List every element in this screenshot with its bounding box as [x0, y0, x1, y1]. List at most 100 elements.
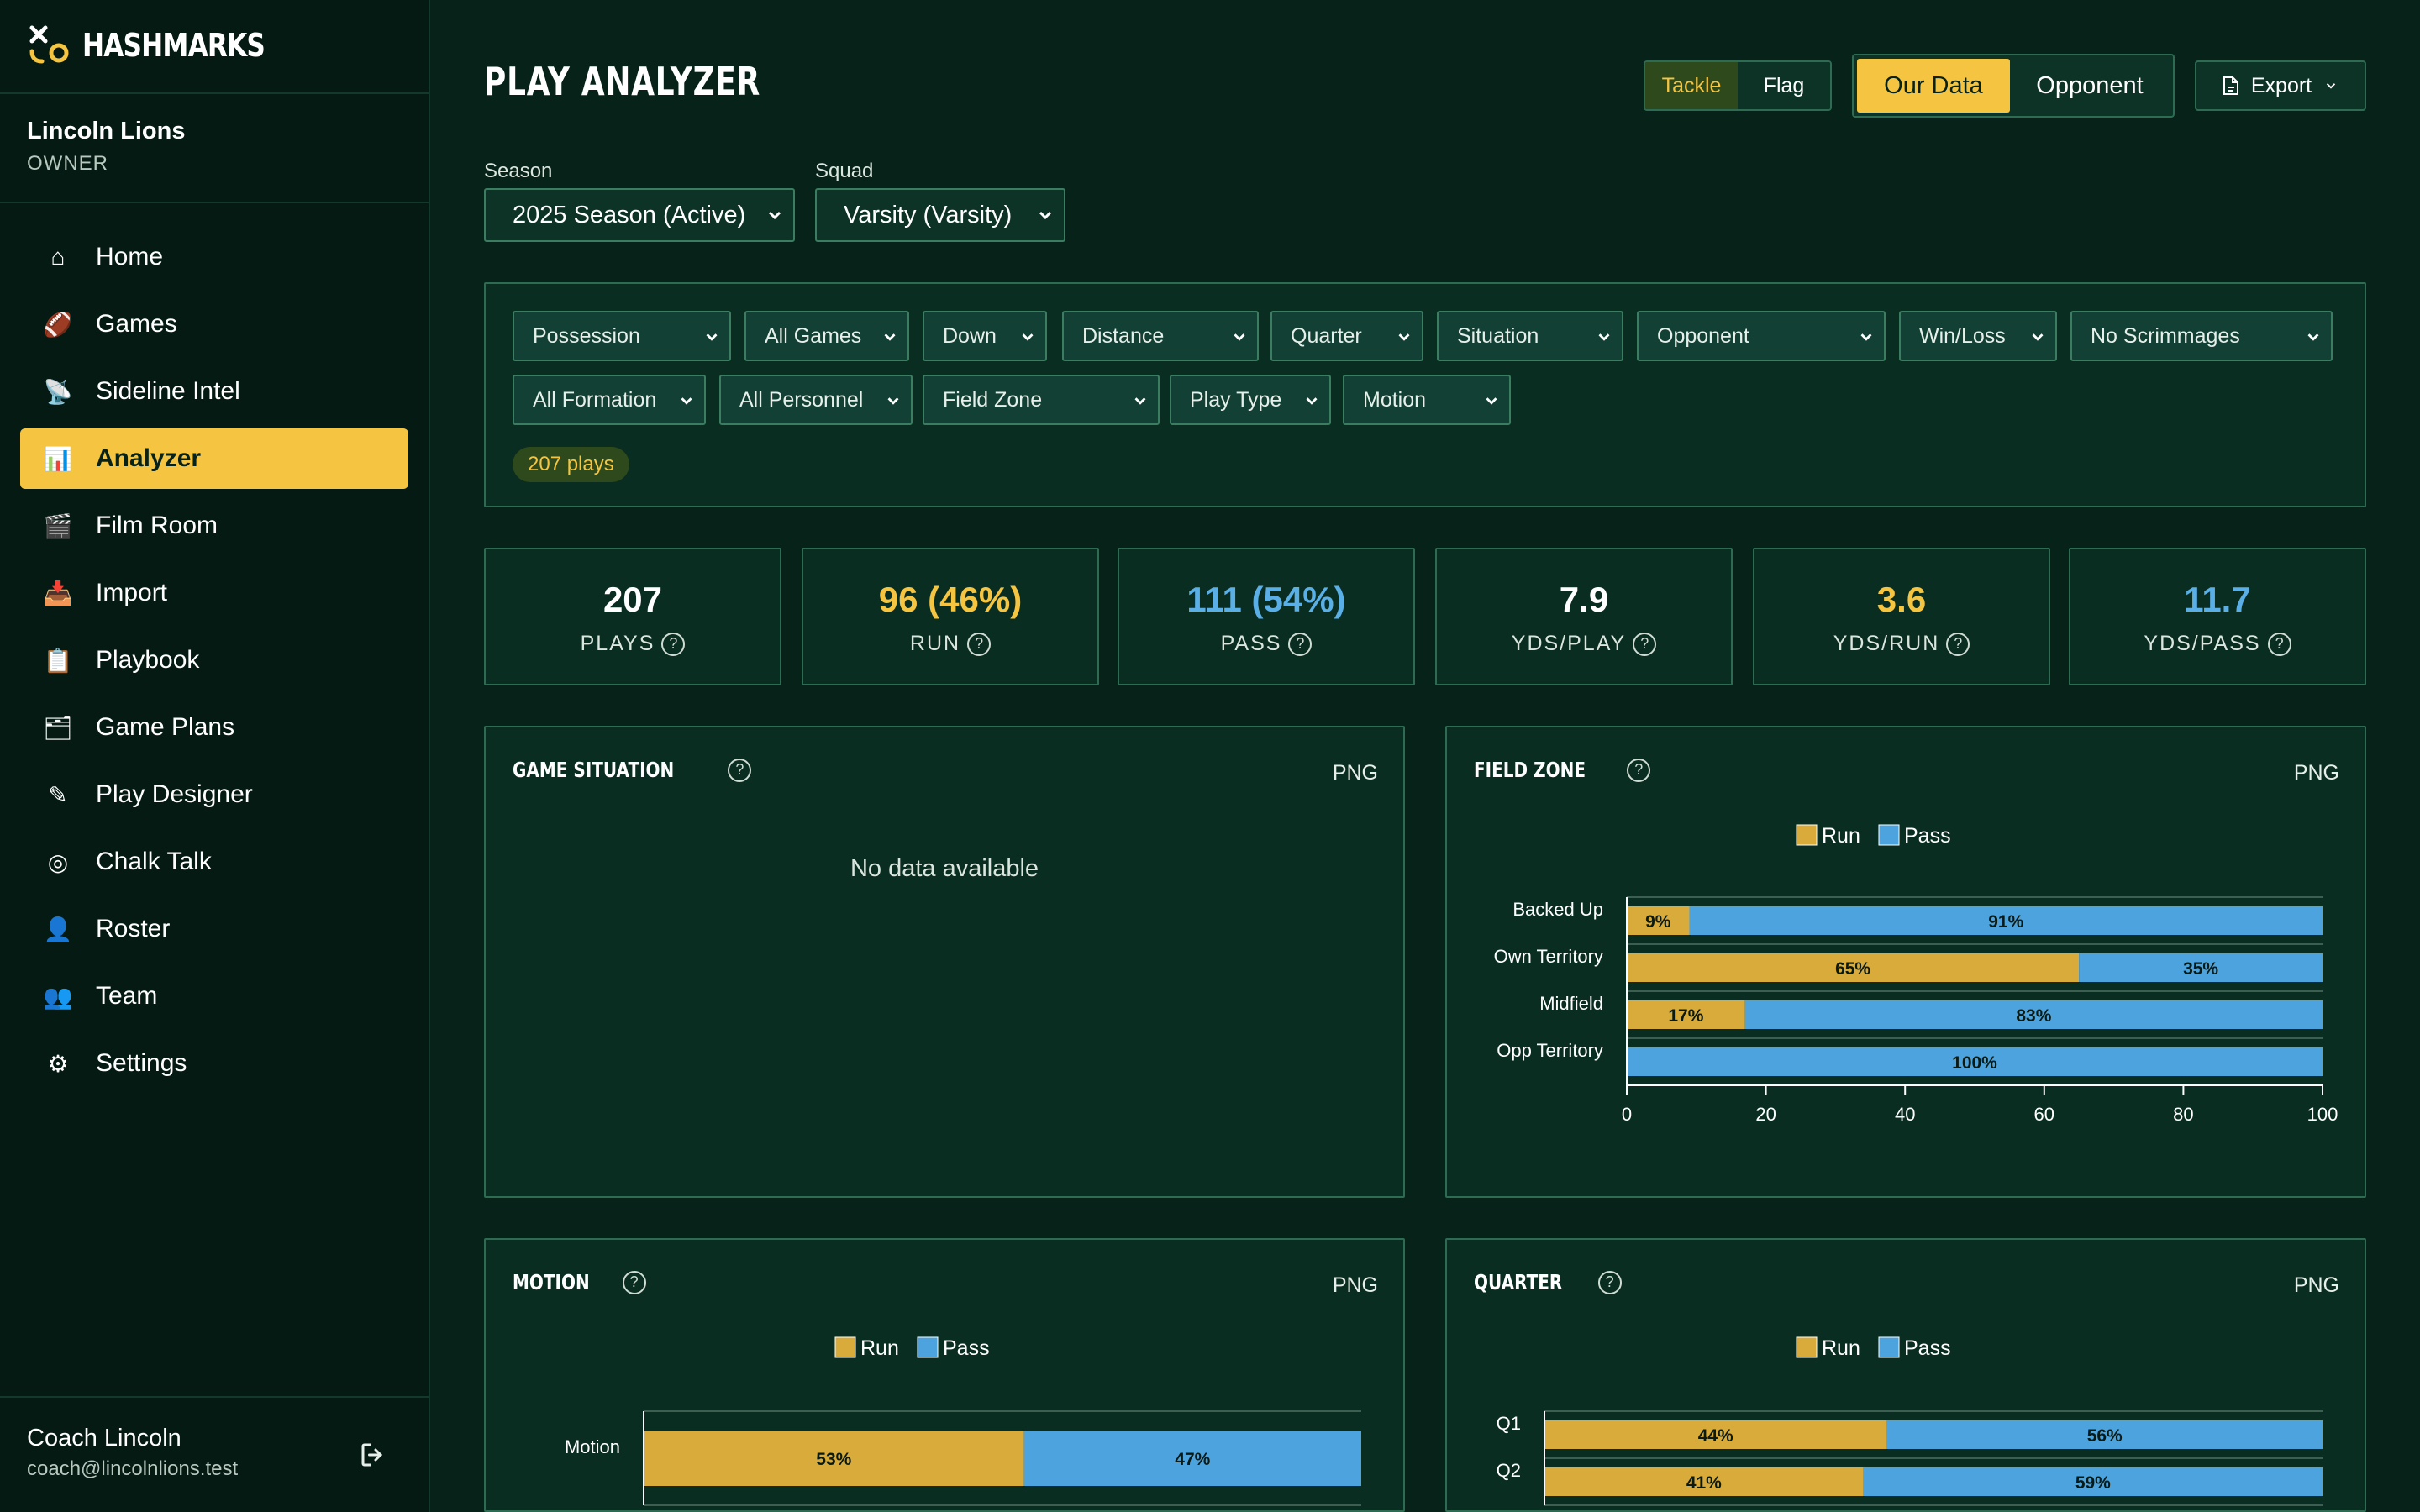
help-icon[interactable]: ?	[728, 758, 752, 782]
legend-pass-label: Pass	[1904, 1336, 1951, 1360]
analyzer-icon: 📊	[43, 445, 73, 472]
sidebar-item-label: Sideline Intel	[96, 377, 240, 405]
filter-dropdown[interactable]: Play Type	[1170, 375, 1331, 425]
filter-dropdown[interactable]: Motion	[1343, 375, 1511, 425]
data-label: 44%	[1698, 1426, 1733, 1446]
playbook-icon: 📋	[43, 647, 73, 674]
help-icon[interactable]: ?	[1633, 632, 1657, 656]
sidebar-item-settings[interactable]: ⚙ Settings	[20, 1033, 408, 1094]
sidebar-item-home[interactable]: ⌂ Home	[20, 227, 408, 287]
filter-dropdown[interactable]: Possession	[513, 311, 731, 361]
sidebar-item-film-room[interactable]: 🎬 Film Room	[20, 496, 408, 556]
filter-dropdown[interactable]: All Formation	[513, 375, 706, 425]
help-icon[interactable]: ?	[967, 632, 992, 656]
sidebar-item-games[interactable]: 🏈 Games	[20, 294, 408, 354]
sidebar-item-play-designer[interactable]: ✎ Play Designer	[20, 764, 408, 825]
sidebar-item-sideline-intel[interactable]: 📡 Sideline Intel	[20, 361, 408, 422]
quarter-panel: QUARTER ? PNG Run Pass Q1 44% 56% Q2 41% 59%	[1445, 1238, 2366, 1512]
user-name: Coach Lincoln	[27, 1425, 182, 1452]
help-icon[interactable]: ?	[1946, 632, 1970, 656]
opponent-toggle[interactable]: Opponent	[2010, 72, 2170, 100]
category-label: Midfield	[1539, 993, 1603, 1014]
filter-dropdown[interactable]: All Games	[744, 311, 909, 361]
help-icon[interactable]: ?	[2267, 632, 2291, 656]
brand[interactable]: HASHMARKS	[29, 20, 305, 71]
stat-card-run: 96 (46%) RUN?	[802, 548, 1099, 685]
x-tick-label: 60	[2034, 1104, 2054, 1125]
sidebar-item-team[interactable]: 👥 Team	[20, 966, 408, 1026]
sideline-intel-icon: 📡	[43, 378, 73, 405]
filter-dropdown[interactable]: Quarter	[1270, 311, 1423, 361]
filter-dropdown[interactable]: Field Zone	[923, 375, 1160, 425]
x-tick-label: 0	[1622, 1104, 1632, 1125]
filter-dropdown[interactable]: All Personnel	[719, 375, 913, 425]
user-email: coach@lincolnlions.test	[27, 1457, 239, 1480]
field-zone-chart: Run Pass Backed Up 9% 91% Own Territory 65% 35%…	[1494, 824, 2338, 1125]
home-icon: ⌂	[50, 244, 66, 270]
filter-label: Situation	[1457, 323, 1539, 348]
sidebar-item-game-plans[interactable]: 🗂 Game Plans	[20, 697, 408, 758]
chevron-down-icon	[1860, 333, 1872, 341]
data-label: 9%	[1645, 912, 1671, 932]
stat-label: YDS/RUN	[1833, 632, 1940, 655]
panel-title: GAME SITUATION ?	[513, 758, 752, 782]
squad-select[interactable]: Varsity (Varsity)	[815, 188, 1065, 242]
page-title: PLAY ANALYZER	[484, 59, 761, 104]
stat-label-row: PASS?	[1119, 632, 1413, 656]
help-icon[interactable]: ?	[1288, 632, 1313, 656]
filter-dropdown[interactable]: No Scrimmages	[2070, 311, 2333, 361]
category-label: Own Territory	[1494, 946, 1603, 967]
stat-label: PLAYS	[580, 632, 655, 655]
filter-label: Possession	[533, 323, 640, 348]
stat-label-row: PLAYS?	[486, 632, 780, 656]
season-value: 2025 Season (Active)	[513, 201, 746, 228]
chevron-down-icon	[884, 333, 896, 341]
chevron-down-icon	[706, 333, 718, 341]
filter-dropdown[interactable]: Opponent	[1637, 311, 1886, 361]
team-name: Lincoln Lions	[27, 118, 186, 144]
filter-dropdown[interactable]: Down	[923, 311, 1047, 361]
sidebar-nav: ⌂ Home 🏈 Games 📡 Sideline Intel 📊 Analyzer 🎬 Film…	[20, 227, 408, 1100]
season-select[interactable]: 2025 Season (Active)	[484, 188, 795, 242]
filter-label: All Personnel	[739, 387, 864, 412]
chevron-down-icon	[1486, 397, 1497, 405]
filter-dropdown[interactable]: Win/Loss	[1899, 311, 2057, 361]
chevron-down-icon	[2307, 333, 2319, 341]
chevron-down-icon	[768, 211, 781, 220]
sidebar-item-label: Analyzer	[96, 444, 202, 472]
empty-state-text: No data available	[850, 855, 1039, 882]
filter-dropdown[interactable]: Situation	[1437, 311, 1623, 361]
data-label: 35%	[2183, 959, 2218, 979]
team-role: OWNER	[27, 152, 108, 175]
stat-card-yds-play: 7.9 YDS/PLAY?	[1435, 548, 1733, 685]
sidebar-item-label: Roster	[96, 915, 171, 942]
filter-label: Distance	[1082, 323, 1165, 348]
sidebar-item-import[interactable]: 📥 Import	[20, 563, 408, 623]
field-zone-panel: FIELD ZONE ? PNG Run Pass Backed Up 9% 91% Ow…	[1445, 726, 2366, 1198]
stat-value: 111 (54%)	[1186, 580, 1346, 619]
stat-label-row: YDS/PLAY?	[1437, 632, 1731, 656]
legend-pass-swatch	[1878, 1336, 1900, 1358]
divider	[0, 92, 430, 94]
film-room-icon: 🎬	[43, 512, 73, 539]
import-icon: 📥	[43, 580, 73, 606]
tackle-toggle[interactable]: Tackle	[1645, 62, 1738, 109]
sidebar-item-playbook[interactable]: 📋 Playbook	[20, 630, 408, 690]
flag-toggle[interactable]: Flag	[1738, 62, 1830, 109]
data-source-toggle: Our Data Opponent	[1852, 54, 2175, 118]
our-data-toggle[interactable]: Our Data	[1857, 59, 2010, 113]
sidebar-item-analyzer[interactable]: 📊 Analyzer	[20, 428, 408, 489]
sidebar-item-roster[interactable]: 👤 Roster	[20, 899, 408, 959]
logout-icon[interactable]	[358, 1440, 388, 1470]
divider	[0, 202, 430, 203]
sidebar-item-chalk-talk[interactable]: ◎ Chalk Talk	[20, 832, 408, 892]
filter-dropdown[interactable]: Distance	[1062, 311, 1259, 361]
play-designer-icon: ✎	[48, 781, 68, 808]
user-info: Coach Lincoln coach@lincolnlions.test	[27, 1425, 238, 1481]
chevron-down-icon	[1234, 333, 1245, 341]
season-label: Season	[484, 160, 553, 182]
export-button[interactable]: Export	[2195, 60, 2366, 111]
stat-label: YDS/PLAY	[1511, 632, 1627, 655]
help-icon[interactable]: ?	[661, 632, 686, 656]
png-download-button[interactable]: PNG	[1333, 761, 1378, 785]
